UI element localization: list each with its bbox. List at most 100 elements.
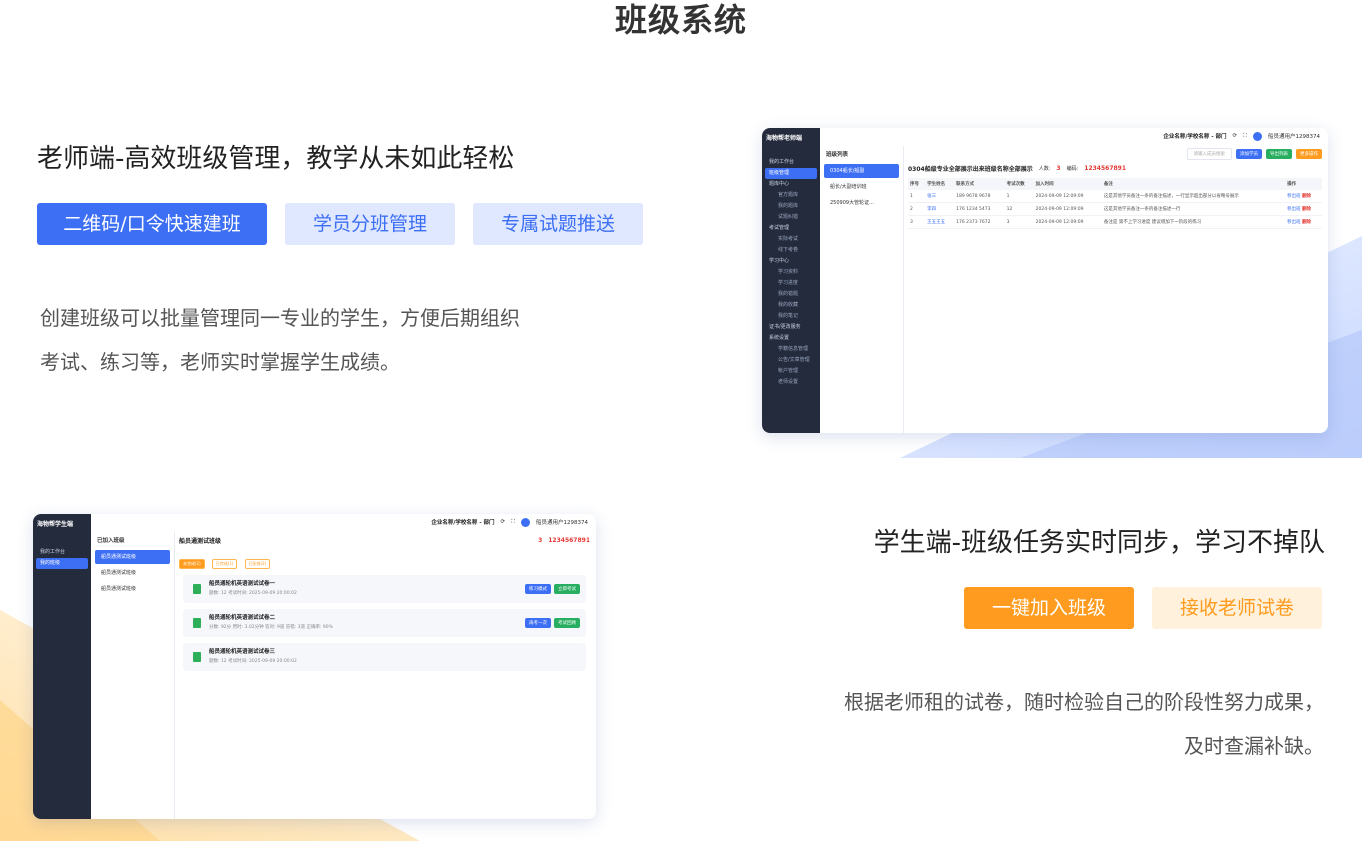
table-row[interactable]: 1 张三 189 9678 9678 1 2024-09-09 12:09:09… bbox=[908, 190, 1322, 203]
avatar[interactable] bbox=[521, 517, 530, 527]
refresh-icon[interactable]: ⟳ bbox=[1233, 133, 1238, 139]
cell-note: 这是其他学员备注一条的备注描述，一行显示超出部分以省略号展示 bbox=[1101, 190, 1286, 203]
cell-note: 这是其他学员备注一条的备注描述一行 bbox=[1101, 202, 1286, 216]
sidebar-item-workbench[interactable]: 我的工作台 bbox=[33, 547, 91, 558]
sidebar-item-offline-exam[interactable]: 线下考卷 bbox=[762, 245, 820, 256]
cell-phone: 189 9678 9678 bbox=[954, 190, 1005, 203]
sidebar-item-real-exam[interactable]: 实际考试 bbox=[762, 234, 820, 245]
cell-times: 3 bbox=[1004, 215, 1034, 229]
teacher-content: 请输入成员搜索 添加学员 导出列表 更多操作 0304船级专业全部展示出来班级名… bbox=[908, 148, 1322, 427]
tag-exclusive-push[interactable]: 专属试题推送 bbox=[473, 203, 643, 245]
class-item[interactable]: 船员通测试班级 bbox=[95, 566, 170, 580]
fullscreen-icon[interactable]: ⛶ bbox=[1243, 133, 1247, 140]
class-list-title: 班级列表 bbox=[826, 152, 849, 158]
delete-link[interactable]: 删除 bbox=[1302, 220, 1311, 225]
sidebar-item-workbench[interactable]: 我的工作台 bbox=[762, 157, 820, 168]
code-label: 编码: bbox=[1066, 166, 1079, 172]
export-button[interactable]: 导出列表 bbox=[1266, 149, 1292, 159]
teacher-heading: 老师端-高效班级管理，教学从未如此轻松 bbox=[37, 144, 515, 174]
sidebar-item-materials[interactable]: 学习资料 bbox=[762, 267, 820, 278]
retake-button[interactable]: 再考一次 bbox=[525, 618, 551, 628]
sidebar-item-wrong[interactable]: 我的错题 bbox=[762, 289, 820, 300]
add-student-button[interactable]: 添加学员 bbox=[1236, 149, 1262, 159]
sidebar-item-cert[interactable]: 证书/更改服务 bbox=[762, 322, 820, 333]
student-desc-line2: 及时查漏补缺。 bbox=[1184, 734, 1324, 758]
table-row[interactable]: 3 王五王五 176 2373 7672 3 2024-09-09 12:09:… bbox=[908, 215, 1322, 229]
sidebar-item-bank[interactable]: 题库中心 bbox=[762, 179, 820, 190]
student-count: 3 bbox=[1056, 165, 1061, 172]
tag-qrcode-create[interactable]: 二维码/口令快速建班 bbox=[37, 203, 267, 245]
paper-card[interactable]: 船员通轮机英语测试试卷二 分数: 92分 用时: 3.02分钟 答对: 9道 答… bbox=[183, 609, 586, 637]
student-sidebar: 海物帮学生端 我的工作台 我的班级 bbox=[33, 514, 91, 819]
refresh-icon[interactable]: ⟳ bbox=[501, 519, 506, 525]
delete-link[interactable]: 删除 bbox=[1302, 207, 1311, 212]
tag-receive-paper[interactable]: 接收老师试卷 bbox=[1152, 587, 1322, 629]
move-out-link[interactable]: 移出班 bbox=[1287, 220, 1301, 225]
student-content: 船员通测试班级 3 1234567891 未完成(2) 已完成(1) 已失效(2… bbox=[179, 536, 590, 813]
cell-time: 2024-09-09 12:09:09 bbox=[1033, 190, 1102, 203]
teacher-logo: 海物帮老师端 bbox=[766, 135, 803, 142]
org-name[interactable]: 企业名称/学校名称 - 部门 bbox=[431, 518, 494, 526]
practice-button[interactable]: 练习模式 bbox=[525, 584, 551, 594]
cell-time: 2024-09-09 12:09:09 bbox=[1033, 215, 1102, 229]
paper-card[interactable]: 船员通轮机英语测试试卷一 题数: 12 考试时间: 2025-09-09 20:… bbox=[183, 575, 586, 603]
sidebar-item-teacher-settings[interactable]: 老师设置 bbox=[762, 377, 820, 388]
sidebar-item-progress[interactable]: 学习进度 bbox=[762, 278, 820, 289]
class-item[interactable]: 船员通测试班级 bbox=[95, 582, 170, 596]
cell-no: 3 bbox=[908, 215, 926, 229]
sidebar-item-my-class[interactable]: 我的班级 bbox=[36, 558, 88, 569]
student-desc-line1: 根据老师租的试卷，随时检验自己的阶段性努力成果， bbox=[844, 690, 1324, 714]
review-button[interactable]: 考试回顾 bbox=[554, 618, 580, 628]
move-out-link[interactable]: 移出班 bbox=[1287, 194, 1301, 199]
user-name[interactable]: 船员通用户1298374 bbox=[536, 518, 588, 526]
tag-join-class[interactable]: 一键加入班级 bbox=[964, 587, 1134, 629]
col-times: 考试次数 bbox=[1004, 178, 1034, 190]
sidebar-item-settings[interactable]: 系统设置 bbox=[762, 333, 820, 344]
class-item[interactable]: 250909大管轮证... bbox=[824, 196, 899, 210]
sidebar-item-official-bank[interactable]: 官方题库 bbox=[762, 190, 820, 201]
move-out-link[interactable]: 移出班 bbox=[1287, 207, 1301, 212]
col-name: 学生姓名 bbox=[925, 178, 955, 190]
class-list-panel: 班级列表 0304船长/船副 船长/大副培训班 250909大管轮证... bbox=[820, 146, 904, 433]
sidebar-item-learn[interactable]: 学习中心 bbox=[762, 256, 820, 267]
cell-name[interactable]: 王五王五 bbox=[925, 215, 955, 229]
class-item[interactable]: 0304船长/船副 bbox=[824, 164, 899, 178]
cell-name[interactable]: 李四 bbox=[925, 202, 955, 216]
delete-link[interactable]: 删除 bbox=[1302, 194, 1311, 199]
cell-time: 2024-09-09 12:09:09 bbox=[1033, 202, 1102, 216]
sidebar-item-notes[interactable]: 我的笔记 bbox=[762, 311, 820, 322]
sidebar-item-my-bank[interactable]: 我的题库 bbox=[762, 201, 820, 212]
class-item[interactable]: 船长/大副培训班 bbox=[824, 180, 899, 194]
filter-expired[interactable]: 已失效(2) bbox=[244, 559, 271, 569]
start-exam-button[interactable]: 立即考试 bbox=[554, 584, 580, 594]
class-item[interactable]: 船员通测试班级 bbox=[95, 550, 170, 564]
user-name[interactable]: 船员通用户1298374 bbox=[1268, 132, 1320, 140]
sidebar-item-student-info[interactable]: 学籍信息管理 bbox=[762, 344, 820, 355]
cell-name[interactable]: 张三 bbox=[925, 190, 955, 203]
count-label: 人数: bbox=[1038, 166, 1051, 172]
table-row[interactable]: 2 李四 176 1234 5473 12 2024-09-09 12:09:0… bbox=[908, 202, 1322, 216]
filter-finished[interactable]: 已完成(1) bbox=[211, 559, 238, 569]
avatar[interactable] bbox=[1253, 131, 1262, 141]
teacher-desc-line2: 考试、练习等，老师实时掌握学生成绩。 bbox=[40, 350, 400, 374]
fullscreen-icon[interactable]: ⛶ bbox=[511, 519, 515, 526]
sidebar-item-account[interactable]: 帐户管理 bbox=[762, 366, 820, 377]
teacher-sidebar: 海物帮老师端 我的工作台 班级管理 题库中心 官方题库 我的题库 试题纠错 考试… bbox=[762, 128, 820, 433]
sidebar-item-notice[interactable]: 公告/文章管理 bbox=[762, 355, 820, 366]
filter-unfinished[interactable]: 未完成(2) bbox=[179, 559, 205, 569]
sidebar-item-favorite[interactable]: 我的收藏 bbox=[762, 300, 820, 311]
sidebar-item-error-report[interactable]: 试题纠错 bbox=[762, 212, 820, 223]
teacher-topbar: 企业名称/学校名称 - 部门 ⟳ ⛶ 船员通用户1298374 bbox=[820, 128, 1328, 144]
student-topbar: 企业名称/学校名称 - 部门 ⟳ ⛶ 船员通用户1298374 bbox=[91, 514, 596, 530]
org-name[interactable]: 企业名称/学校名称 - 部门 bbox=[1163, 132, 1226, 140]
paper-card[interactable]: 船员通轮机英语测试试卷三 题数: 12 考试时间: 2025-09-09 20:… bbox=[183, 643, 586, 671]
sidebar-item-class-manage[interactable]: 班级管理 bbox=[765, 168, 817, 179]
class-code: 1234567891 bbox=[548, 537, 590, 544]
teacher-app-mockup: 海物帮老师端 我的工作台 班级管理 题库中心 官方题库 我的题库 试题纠错 考试… bbox=[762, 128, 1328, 433]
sidebar-item-exam[interactable]: 考试管理 bbox=[762, 223, 820, 234]
paper-title: 船员通轮机英语测试试卷三 bbox=[209, 649, 276, 655]
more-actions-button[interactable]: 更多操作 bbox=[1296, 149, 1322, 159]
search-input[interactable]: 请输入成员搜索 bbox=[1186, 148, 1232, 160]
tag-student-grouping[interactable]: 学员分班管理 bbox=[285, 203, 455, 245]
cell-no: 1 bbox=[908, 190, 926, 203]
